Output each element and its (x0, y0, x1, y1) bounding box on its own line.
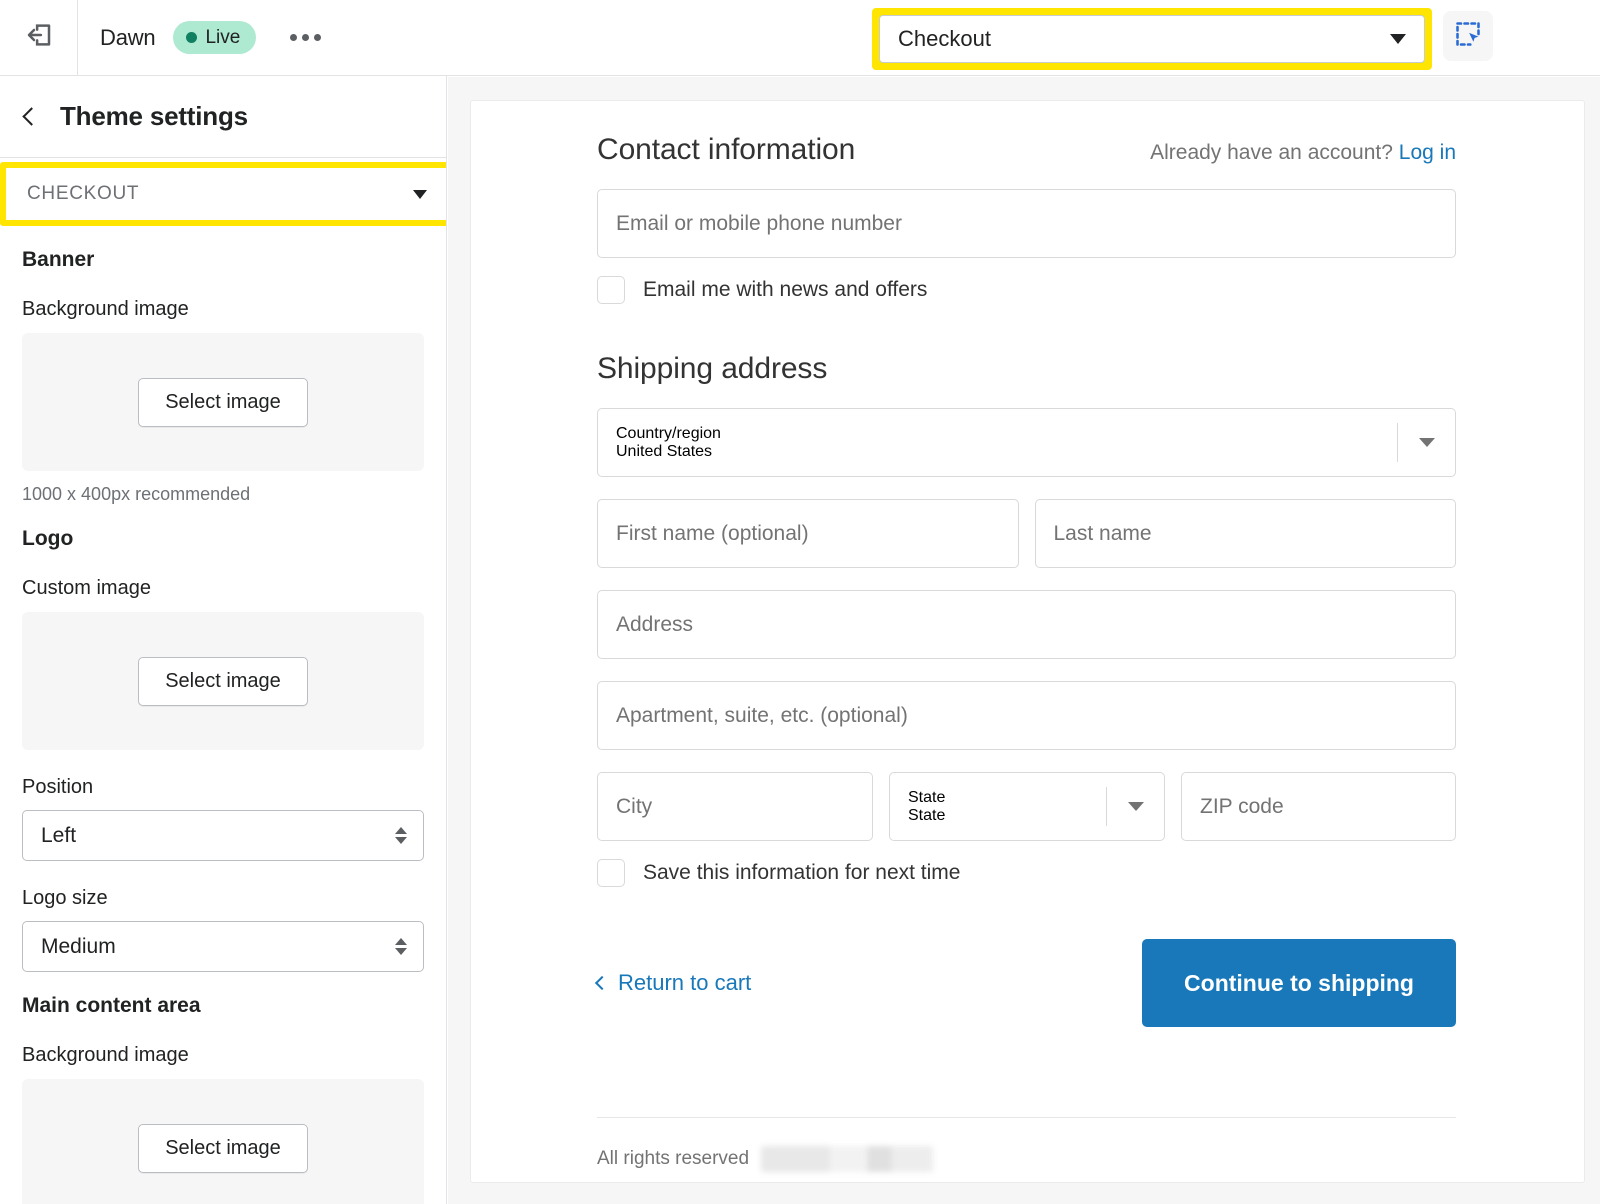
first-name-field[interactable]: First name (optional) (597, 499, 1019, 568)
section-heading-banner: Banner (22, 248, 95, 271)
page-selector-value: Checkout (898, 26, 991, 51)
select-stepper-icon (395, 938, 407, 955)
page-title: Theme settings (60, 101, 248, 131)
logo-position-select[interactable]: Left (22, 810, 424, 861)
chevron-left-icon[interactable] (22, 107, 41, 126)
redacted-store-name (761, 1146, 934, 1172)
zip-code-field[interactable]: ZIP code (1181, 772, 1456, 841)
email-field[interactable]: Email or mobile phone number (597, 189, 1456, 258)
contact-information-heading: Contact information (597, 133, 856, 166)
email-field-placeholder: Email or mobile phone number (616, 211, 902, 235)
logo-position-value: Left (41, 823, 77, 847)
settings-group-select[interactable]: CHECKOUT (6, 168, 446, 220)
select-image-button-logo-custom[interactable]: Select image (138, 656, 308, 706)
status-badge-label: Live (205, 26, 241, 48)
country-region-value: United States (616, 442, 713, 460)
last-name-field[interactable]: Last name (1034, 499, 1456, 568)
state-label: State (908, 788, 946, 806)
log-in-link[interactable]: Log in (1399, 141, 1456, 164)
apartment-field[interactable]: Apartment, suite, etc. (optional) (597, 681, 1456, 750)
section-heading-logo: Logo (22, 527, 74, 550)
sidebar-header: Theme settings (0, 76, 446, 158)
checkout-footer: All rights reserved (597, 1117, 1456, 1172)
checkout-actions: Return to cart Continue to shipping (594, 939, 1456, 1027)
theme-preview-area: Contact information Already have an acco… (448, 77, 1600, 1204)
exit-editor-button[interactable] (0, 0, 78, 76)
newsletter-checkbox[interactable] (597, 276, 625, 304)
more-horizontal-icon (302, 34, 310, 41)
city-placeholder: City (616, 794, 653, 818)
logo-size-value: Medium (41, 934, 116, 958)
apartment-placeholder: Apartment, suite, etc. (optional) (616, 703, 908, 727)
label-logo-size: Logo size (22, 887, 108, 909)
label-logo-position: Position (22, 776, 94, 798)
live-dot-icon (186, 32, 198, 43)
chevron-down-icon (1390, 34, 1406, 44)
address-placeholder: Address (616, 612, 694, 636)
country-region-select[interactable]: Country/region United States (597, 408, 1456, 477)
label-main-background-image: Background image (22, 1044, 189, 1066)
state-value: State (908, 806, 946, 824)
more-horizontal-icon (290, 34, 298, 41)
theme-name: Dawn (100, 24, 156, 50)
chevron-down-icon (1106, 787, 1164, 826)
return-to-cart-label: Return to cart (618, 970, 752, 995)
country-region-label: Country/region (616, 424, 721, 442)
banner-background-image-dropzone[interactable]: Select image (22, 333, 424, 471)
select-image-button-banner-background[interactable]: Select image (138, 377, 308, 427)
settings-group-value: CHECKOUT (27, 183, 140, 204)
name-fields-row: First name (optional) Last name (597, 477, 1456, 568)
chevron-down-icon (413, 189, 427, 199)
element-selector-button[interactable] (1443, 11, 1493, 61)
save-information-checkbox-row[interactable]: Save this information for next time (597, 859, 1456, 887)
logo-size-select[interactable]: Medium (22, 921, 424, 972)
label-banner-background-image: Background image (22, 298, 189, 320)
checkout-form: Contact information Already have an acco… (471, 101, 1584, 1172)
page-selector[interactable]: Checkout (879, 15, 1425, 63)
return-to-cart-link[interactable]: Return to cart (594, 970, 752, 996)
address-field[interactable]: Address (597, 590, 1456, 659)
sidebar-settings-list: Banner Background image Select image 100… (0, 248, 446, 1204)
chevron-left-icon (594, 975, 610, 991)
more-options-button[interactable] (284, 26, 327, 49)
last-name-placeholder: Last name (1053, 521, 1152, 545)
save-information-label: Save this information for next time (643, 861, 961, 884)
label-logo-custom-image: Custom image (22, 577, 151, 599)
account-prompt: Already have an account? Log in (1150, 141, 1456, 165)
more-horizontal-icon (314, 34, 322, 41)
city-field[interactable]: City (597, 772, 873, 841)
city-state-zip-row: City State State ZIP code (597, 750, 1456, 841)
select-stepper-icon (395, 827, 407, 844)
newsletter-checkbox-row[interactable]: Email me with news and offers (597, 276, 1456, 304)
zip-code-placeholder: ZIP code (1200, 794, 1284, 818)
footer-rights-text: All rights reserved (597, 1148, 750, 1169)
status-badge: Live (173, 21, 257, 54)
first-name-placeholder: First name (optional) (616, 521, 809, 545)
select-image-button-main-background[interactable]: Select image (138, 1123, 308, 1173)
save-information-checkbox[interactable] (597, 859, 625, 887)
contact-information-header: Contact information Already have an acco… (597, 133, 1456, 167)
checkout-preview-card: Contact information Already have an acco… (470, 100, 1585, 1183)
settings-group-highlight: CHECKOUT (0, 162, 446, 226)
chevron-down-icon (1397, 423, 1455, 462)
state-select[interactable]: State State (889, 772, 1165, 841)
section-heading-main-content-area: Main content area (22, 994, 201, 1017)
banner-background-image-hint: 1000 x 400px recommended (22, 484, 251, 504)
main-background-image-dropzone[interactable]: Select image (22, 1079, 424, 1204)
account-prompt-text: Already have an account? (1150, 141, 1393, 164)
logo-custom-image-dropzone[interactable]: Select image (22, 612, 424, 750)
exit-editor-icon (24, 20, 54, 55)
element-selector-icon (1454, 20, 1482, 53)
newsletter-checkbox-label: Email me with news and offers (643, 278, 928, 301)
theme-settings-sidebar: Theme settings CHECKOUT Banner Backgroun… (0, 76, 447, 1204)
continue-to-shipping-button[interactable]: Continue to shipping (1142, 939, 1456, 1027)
page-selector-highlight: Checkout (872, 8, 1432, 70)
shipping-address-heading: Shipping address (597, 352, 828, 385)
